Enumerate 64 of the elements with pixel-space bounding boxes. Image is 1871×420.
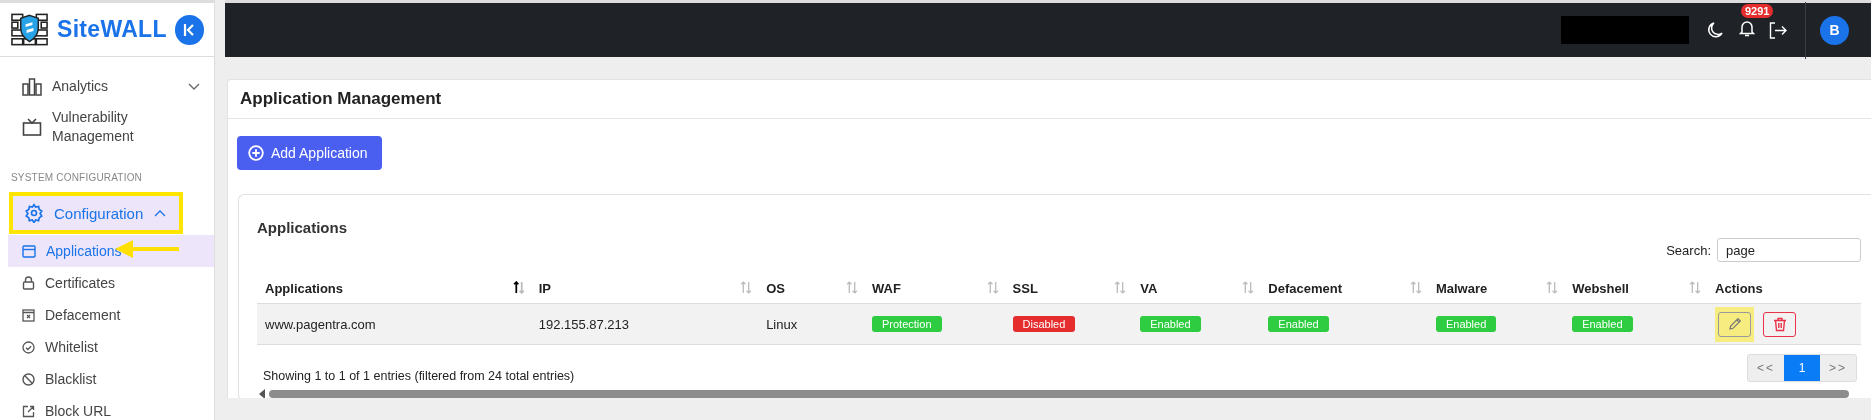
sidebar-subitem[interactable]: Defacement — [8, 299, 214, 331]
sidebar-item[interactable]: Vulnerability Management — [8, 102, 214, 152]
status-badge: Enabled — [1140, 316, 1201, 332]
table-cell: www.pagentra.com — [265, 316, 376, 332]
status-badge: Protection — [872, 316, 942, 332]
entries-info: Showing 1 to 1 of 1 entries (filtered from 24 total entries) — [263, 369, 575, 383]
check-circle-icon — [22, 340, 35, 354]
lock-icon — [22, 276, 35, 290]
collapse-button[interactable] — [174, 14, 204, 45]
column-header: Actions — [1715, 281, 1763, 296]
chevron-down-icon — [188, 82, 200, 91]
column-header: Applications — [265, 281, 343, 296]
sidebar-item[interactable]: Analytics — [8, 71, 214, 102]
delete-button[interactable] — [1763, 311, 1797, 337]
window-icon — [22, 244, 36, 258]
moon-icon[interactable] — [1707, 21, 1723, 39]
search-field[interactable]: page — [1717, 238, 1861, 262]
trash-icon — [1772, 316, 1787, 332]
notification-badge: 9291 — [1741, 4, 1774, 18]
bar-chart-icon — [22, 77, 42, 96]
column-header: OS — [766, 281, 785, 296]
close-square-icon — [22, 308, 35, 322]
status-badge: Enabled — [1435, 316, 1497, 332]
column-header: WAF — [872, 281, 901, 296]
collapse-icon — [182, 22, 197, 37]
brand-name: SiteWALL — [57, 16, 167, 43]
table-cell: Linux — [766, 316, 798, 332]
column-header: VA — [1140, 281, 1158, 296]
settings-icon — [24, 203, 44, 223]
status-badge: Enabled — [1268, 316, 1329, 332]
page-button[interactable]: 1 — [1784, 355, 1820, 381]
add-application-button[interactable]: Add Application — [237, 136, 382, 170]
status-badge: Disabled — [1012, 316, 1076, 332]
table-cell: 192.155.87.213 — [538, 316, 630, 332]
sidebar-subitem[interactable]: Whitelist — [8, 331, 214, 363]
logo-icon — [10, 11, 49, 48]
page-title: Application Management — [240, 89, 442, 108]
pencil-icon — [1727, 317, 1742, 331]
page-button[interactable]: >> — [1820, 355, 1856, 381]
column-header: SSL — [1012, 281, 1038, 296]
column-header: Webshell — [1572, 281, 1629, 296]
sidebar-subitem[interactable]: Certificates — [8, 267, 214, 299]
edit-button[interactable] — [1718, 311, 1752, 337]
ban-icon — [22, 372, 35, 386]
bell-icon[interactable] — [1739, 19, 1755, 37]
column-header: IP — [538, 281, 551, 296]
sort-icon[interactable] — [512, 281, 525, 294]
column-header: Malware — [1435, 281, 1488, 296]
external-link-icon — [22, 404, 35, 418]
section-heading: SYSTEM CONFIGURATION — [10, 171, 144, 185]
tv-icon — [22, 118, 42, 136]
sidebar-subitem[interactable]: Blacklist — [8, 363, 214, 395]
sidebar-subitem[interactable]: Block URL — [8, 395, 214, 420]
user-avatar[interactable]: B — [1820, 15, 1849, 45]
sidebar-subitem[interactable]: Applications — [8, 235, 214, 267]
logout-icon[interactable] — [1769, 21, 1787, 39]
chevron-up-icon — [154, 209, 166, 217]
page-button[interactable]: << — [1748, 355, 1784, 381]
column-header: Defacement — [1268, 281, 1343, 296]
card-title: Applications — [257, 219, 348, 236]
sidebar-item[interactable]: Configuration — [12, 195, 180, 231]
search-label: Search: — [1666, 242, 1711, 258]
plus-circle-icon — [248, 145, 264, 161]
status-badge: Enabled — [1572, 316, 1633, 332]
